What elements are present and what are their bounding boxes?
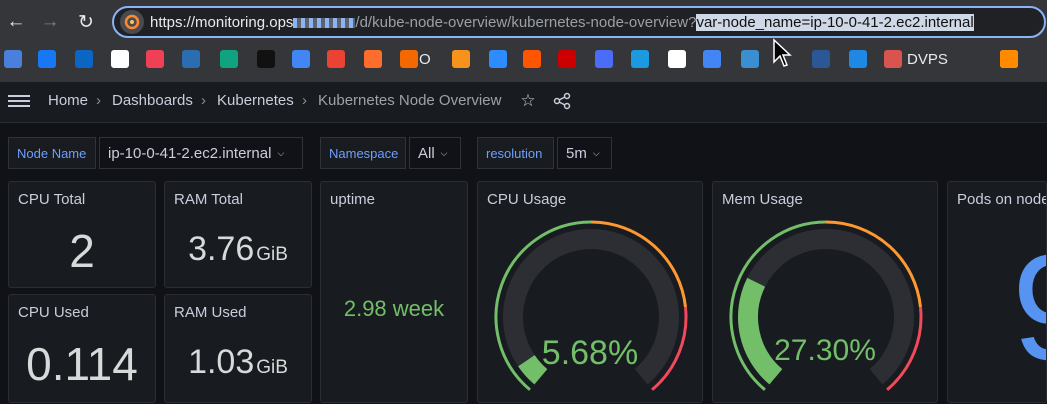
panel-cpu-used[interactable]: CPU Used 0.114 — [8, 294, 156, 403]
url-selected-query: var-node_name=ip-10-0-41-2.ec2.internal — [696, 14, 974, 31]
grafana-site-icon[interactable] — [120, 10, 144, 34]
ram-used-unit: GiB — [256, 357, 288, 378]
share-icon[interactable] — [551, 90, 573, 112]
breadcrumb-separator-icon: › — [302, 92, 307, 109]
xcode-icon[interactable] — [631, 50, 649, 68]
panel-title: CPU Used — [18, 304, 89, 321]
cloud-icon[interactable] — [849, 50, 867, 68]
url-text[interactable]: https://monitoring.ops/d/kube-node-overv… — [150, 14, 974, 31]
breadcrumb-current: Kubernetes Node Overview — [318, 92, 502, 109]
arrow-left-icon: ← — [6, 11, 26, 32]
panel-title: RAM Used — [174, 304, 247, 321]
youtube-icon[interactable] — [558, 50, 576, 68]
panel-mem-usage[interactable]: Mem Usage 27.30% — [712, 181, 938, 403]
breadcrumb-kubernetes[interactable]: Kubernetes — [217, 92, 294, 109]
redacted-domain — [293, 18, 356, 29]
cpu-total-value: 2 — [69, 225, 95, 277]
ram-used-stat: 1.03 GiB — [165, 343, 311, 382]
breadcrumb-separator-icon: › — [96, 92, 101, 109]
podcast-icon[interactable] — [364, 50, 382, 68]
resolution-label: resolution — [477, 137, 554, 169]
uptime-value: 2.98 week — [343, 296, 445, 321]
node-name-label: Node Name — [8, 137, 96, 169]
panel-ram-used[interactable]: RAM Used 1.03 GiB — [164, 294, 312, 403]
pp-icon[interactable] — [257, 50, 275, 68]
cube-icon[interactable] — [812, 50, 830, 68]
star-icon[interactable]: ☆ — [517, 90, 539, 112]
pocket-icon[interactable] — [146, 50, 164, 68]
soundcloud-icon[interactable] — [523, 50, 541, 68]
thermometer-icon[interactable] — [668, 50, 686, 68]
bookmark-dvps[interactable]: DVPS — [907, 51, 948, 68]
node-name-select[interactable]: ip-10-0-41-2.ec2.internal ⌵ — [99, 137, 303, 169]
calendar-icon[interactable] — [292, 50, 310, 68]
hamburger-menu-icon[interactable] — [8, 92, 30, 112]
resolution-value: 5m — [566, 144, 587, 162]
reload-button[interactable]: ↻ — [72, 8, 100, 36]
gmail-icon[interactable] — [327, 50, 345, 68]
facebook-icon[interactable] — [38, 50, 56, 68]
chevron-down-icon: ⌵ — [592, 147, 600, 158]
node-name-value: ip-10-0-41-2.ec2.internal — [108, 144, 272, 162]
resolution-select[interactable]: 5m ⌵ — [557, 137, 612, 169]
panel-title: RAM Total — [174, 191, 243, 208]
panel-ram-total[interactable]: RAM Total 3.76 GiB — [164, 181, 312, 288]
chatgpt-icon[interactable] — [220, 50, 238, 68]
panel-uptime[interactable]: uptime 2.98 week — [320, 181, 468, 403]
mem-gauge — [729, 220, 923, 391]
owl-icon[interactable] — [884, 50, 902, 68]
mail-icon[interactable] — [741, 50, 759, 68]
reload-icon: ↻ — [78, 11, 94, 33]
chevron-down-icon: ⌵ — [277, 147, 285, 158]
panel-pods-on-node[interactable]: Pods on node 9 — [947, 181, 1047, 403]
chevron-down-icon: ⌵ — [440, 147, 448, 158]
ram-total-stat: 3.76 GiB — [165, 230, 311, 269]
namespace-select[interactable]: All ⌵ — [409, 137, 461, 169]
forward-button[interactable]: → — [36, 8, 64, 36]
url-path: /d/kube-node-overview/kubernetes-node-ov… — [355, 14, 697, 31]
panel-cpu-total[interactable]: CPU Total 2 — [8, 181, 156, 288]
panel-cpu-usage[interactable]: CPU Usage 5.68% — [477, 181, 703, 403]
bookmark-o[interactable]: O — [419, 51, 431, 68]
fm-icon[interactable] — [489, 50, 507, 68]
ram-total-unit: GiB — [256, 244, 288, 265]
instapaper-icon[interactable] — [111, 50, 129, 68]
translate-icon[interactable] — [703, 50, 721, 68]
namespace-label: Namespace — [320, 137, 406, 169]
bitcoin-icon[interactable] — [452, 50, 470, 68]
panel-title: Pods on node — [957, 191, 1047, 208]
stackexchange-icon[interactable] — [182, 50, 200, 68]
breadcrumb-separator-icon: › — [201, 92, 206, 109]
box-icon[interactable] — [1000, 50, 1018, 68]
panel-title: CPU Total — [18, 191, 86, 208]
arrow-right-icon: → — [40, 11, 60, 32]
mem-usage-value: 27.30% — [774, 334, 876, 367]
tools-icon[interactable] — [595, 50, 613, 68]
back-button[interactable]: ← — [2, 8, 30, 36]
breadcrumb-dashboards[interactable]: Dashboards — [112, 92, 193, 109]
cpu-used-value: 0.114 — [26, 338, 138, 390]
pods-on-node-value: 9 — [1012, 232, 1046, 382]
cpu-usage-value: 5.68% — [541, 334, 639, 372]
grafana-icon[interactable] — [400, 50, 418, 68]
ram-used-value: 1.03 — [188, 343, 255, 381]
gmail-translate-icon[interactable] — [4, 50, 22, 68]
namespace-value: All — [418, 144, 435, 162]
ram-total-value: 3.76 — [188, 230, 255, 268]
linkedin-icon[interactable] — [75, 50, 93, 68]
breadcrumb-home[interactable]: Home — [48, 92, 88, 109]
url-domain: https://monitoring.ops — [150, 14, 294, 31]
panel-title: uptime — [330, 191, 376, 208]
